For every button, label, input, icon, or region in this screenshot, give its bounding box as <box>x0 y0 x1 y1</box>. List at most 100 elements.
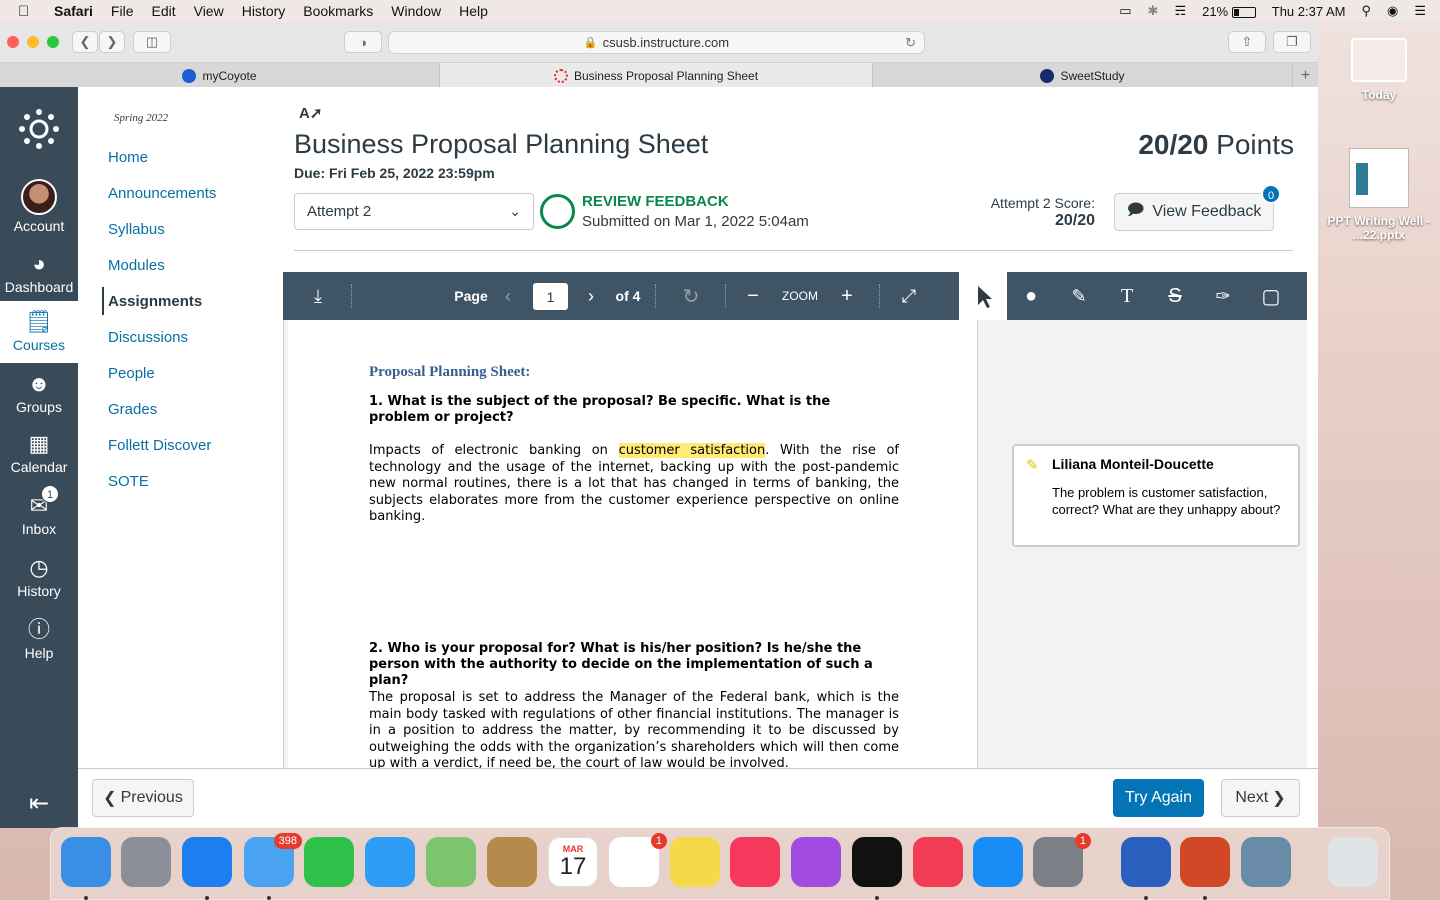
battery-status[interactable]: 21% <box>1202 4 1256 19</box>
download-icon[interactable]: ⤓ <box>303 272 333 320</box>
tabs-overview-icon[interactable]: ❐ <box>1273 31 1311 53</box>
course-nav-modules[interactable]: Modules <box>108 257 165 274</box>
tv-icon[interactable] <box>852 837 902 900</box>
attempt-select[interactable]: Attempt 2 ⌄ <box>294 193 534 230</box>
nav-calendar[interactable]: ▦ Calendar <box>0 431 78 475</box>
spotlight-icon[interactable]: ⚲ <box>1361 3 1371 19</box>
nav-inbox[interactable]: ✉ Inbox 1 <box>0 485 78 537</box>
app-store-icon[interactable] <box>973 837 1023 887</box>
desktop-file-pptx[interactable]: PPT Writing Well - ...22.pptx <box>1324 148 1434 242</box>
menu-app-name[interactable]: Safari <box>54 3 93 19</box>
zoom-window-button[interactable] <box>47 36 59 48</box>
course-nav-assignments[interactable]: Assignments <box>108 293 202 310</box>
previous-page-icon[interactable]: ‹ <box>498 272 518 320</box>
airplay-icon[interactable]: ▭ <box>1119 3 1131 19</box>
reminders-icon[interactable]: 1 <box>609 833 667 887</box>
finder-icon[interactable] <box>61 837 111 900</box>
siri-icon[interactable]: ◉ <box>1387 3 1398 19</box>
facetime-icon[interactable] <box>304 837 354 887</box>
zoom-out-icon[interactable]: − <box>743 272 763 320</box>
maps-icon[interactable] <box>426 837 476 887</box>
menu-view[interactable]: View <box>194 3 224 19</box>
minimize-window-button[interactable] <box>27 36 39 48</box>
reload-icon[interactable]: ↻ <box>905 35 916 51</box>
menu-window[interactable]: Window <box>391 3 441 19</box>
music-icon[interactable] <box>730 837 780 887</box>
canvas-logo[interactable] <box>0 107 78 154</box>
point-annotation-icon[interactable]: ● <box>1019 272 1043 320</box>
system-preferences-icon[interactable]: 1 <box>1033 833 1091 887</box>
trash-icon[interactable] <box>1328 837 1378 887</box>
pointer-tool[interactable] <box>959 272 1007 320</box>
attempt-score-value: 20/20 <box>1054 212 1095 229</box>
nav-help[interactable]: ⓘ Help <box>0 617 78 661</box>
safari-icon[interactable] <box>182 837 232 900</box>
menu-file[interactable]: File <box>111 3 134 19</box>
collapse-nav-icon[interactable]: ⇤ <box>0 789 78 818</box>
highlighted-text[interactable]: customer satisfaction <box>618 443 766 458</box>
new-tab-button[interactable]: + <box>1293 63 1318 88</box>
immersive-reader-icon[interactable]: A➚ <box>299 104 322 122</box>
zoom-in-icon[interactable]: + <box>837 272 857 320</box>
sidebar-toggle-icon[interactable]: ◫ <box>133 31 171 53</box>
tab-sweetstudy[interactable]: SweetStudy <box>873 63 1293 88</box>
powerpoint-icon[interactable] <box>1180 837 1230 900</box>
course-nav-discussions[interactable]: Discussions <box>108 329 188 346</box>
back-button[interactable]: ❮ <box>72 31 98 53</box>
share-icon[interactable]: ⇧ <box>1228 31 1266 53</box>
clock[interactable]: Thu 2:37 AM <box>1272 4 1346 19</box>
try-again-button[interactable]: Try Again <box>1113 779 1204 817</box>
word-icon[interactable] <box>1121 837 1171 900</box>
nav-groups[interactable]: ☻ Groups <box>0 371 78 415</box>
wifi-icon[interactable]: ☴ <box>1174 3 1186 19</box>
course-nav-home[interactable]: Home <box>108 149 148 166</box>
forward-button[interactable]: ❯ <box>99 31 125 53</box>
course-nav-grades[interactable]: Grades <box>108 401 157 418</box>
next-button[interactable]: Next ❯ <box>1221 779 1300 817</box>
messages-icon[interactable] <box>365 837 415 887</box>
nav-dashboard[interactable]: ◕ Dashboard <box>0 251 78 295</box>
highlight-icon[interactable]: ✎ <box>1067 272 1091 320</box>
news-icon[interactable] <box>913 837 963 887</box>
nav-history[interactable]: ◷ History <box>0 555 78 599</box>
mail-icon[interactable]: 398 <box>244 833 302 900</box>
podcasts-icon[interactable] <box>791 837 841 887</box>
menu-bookmarks[interactable]: Bookmarks <box>303 3 373 19</box>
course-nav-sote[interactable]: SOTE <box>108 473 149 490</box>
fullscreen-icon[interactable]: ⤢ <box>897 272 921 320</box>
course-nav-syllabus[interactable]: Syllabus <box>108 221 165 238</box>
tab-business-proposal[interactable]: Business Proposal Planning Sheet <box>440 63 873 88</box>
menu-edit[interactable]: Edit <box>151 3 175 19</box>
area-annotation-icon[interactable]: ▢ <box>1259 272 1283 320</box>
privacy-shield-icon[interactable]: ◑ <box>344 31 382 53</box>
preview-icon[interactable] <box>1241 837 1291 887</box>
address-bar[interactable]: 🔒 csusb.instructure.com ↻ <box>388 31 925 54</box>
freedraw-icon[interactable]: ✑ <box>1211 272 1235 320</box>
course-nav-announcements[interactable]: Announcements <box>108 185 216 202</box>
page-number-input[interactable]: 1 <box>533 283 568 310</box>
course-nav-people[interactable]: People <box>108 365 155 382</box>
nav-courses[interactable]: 🗒 Courses <box>0 301 78 363</box>
notes-icon[interactable] <box>670 837 720 887</box>
nav-account[interactable]: Account <box>0 179 78 234</box>
calendar-icon[interactable]: MAR 17 <box>548 837 598 887</box>
course-nav-follett-discover[interactable]: Follett Discover <box>108 437 211 454</box>
view-feedback-button[interactable]: 🗩 View Feedback <box>1114 193 1274 231</box>
launchpad-icon[interactable] <box>121 837 171 887</box>
control-center-icon[interactable]: ☰ <box>1414 3 1426 19</box>
comment-card[interactable]: ✎ Liliana Monteil-Doucette The problem i… <box>1012 444 1300 547</box>
previous-button[interactable]: ❮ Previous <box>92 779 194 817</box>
apple-icon[interactable]:  <box>18 3 34 20</box>
menu-help[interactable]: Help <box>459 3 488 19</box>
strikeout-icon[interactable]: S <box>1163 272 1187 320</box>
menu-history[interactable]: History <box>242 3 286 19</box>
rotate-icon[interactable]: ↻ <box>679 272 703 320</box>
text-icon[interactable]: T <box>1115 272 1139 320</box>
bluetooth-icon[interactable]: ✱ <box>1148 3 1159 19</box>
document-viewport[interactable]: Proposal Planning Sheet: 1. What is the … <box>283 320 978 768</box>
next-page-icon[interactable]: › <box>581 272 601 320</box>
desktop-folder-today[interactable]: Today <box>1324 38 1434 102</box>
contacts-icon[interactable] <box>487 837 537 887</box>
close-window-button[interactable] <box>7 36 19 48</box>
tab-mycoyote[interactable]: myCoyote <box>0 63 440 88</box>
